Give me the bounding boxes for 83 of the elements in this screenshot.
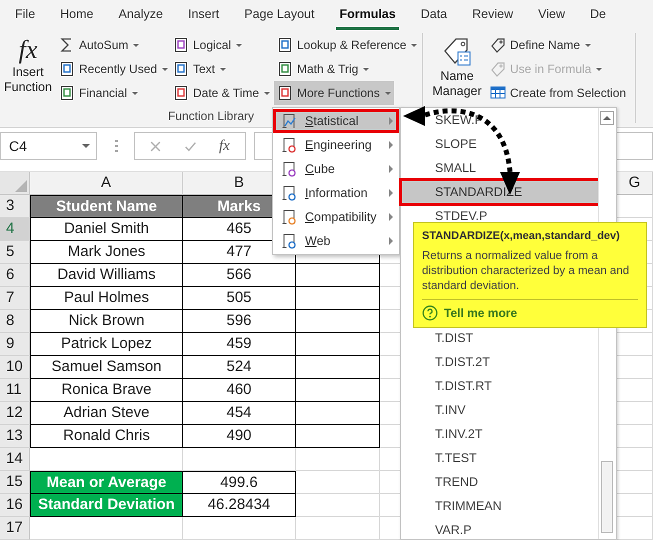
ribbon-button[interactable]: Recently Used: [56, 57, 172, 81]
table-cell: 490: [183, 425, 296, 448]
function-item[interactable]: TRIMMEAN: [401, 494, 600, 518]
row-header[interactable]: 10: [0, 356, 30, 379]
tooltip-title: STANDARDIZE(x,mean,standard_dev): [422, 230, 621, 242]
row-header[interactable]: 5: [0, 241, 30, 264]
tell-me-more-link[interactable]: Tell me more: [444, 306, 518, 320]
ribbon-button[interactable]: Math & Trig: [274, 57, 372, 81]
table-cell: Patrick Lopez: [30, 333, 183, 356]
table-cell: 459: [183, 333, 296, 356]
ribbon-tab[interactable]: Insert: [184, 0, 222, 30]
table-cell: 454: [183, 402, 296, 425]
name-manager-button[interactable]: Name Manager: [427, 33, 487, 107]
insert-function-button[interactable]: fx: [219, 138, 230, 154]
ribbon-tab[interactable]: De: [587, 0, 609, 30]
function-item[interactable]: T.DIST.2T: [401, 350, 600, 374]
function-item[interactable]: T.TEST: [401, 446, 600, 470]
table-cell: Ronica Brave: [30, 379, 183, 402]
table-cell: 46.28434: [183, 494, 296, 517]
ribbon-button[interactable]: Create from Selection: [487, 81, 630, 105]
table-cell: Paul Holmes: [30, 287, 183, 310]
ribbon-button[interactable]: Date & Time: [170, 81, 274, 105]
function-item[interactable]: TREND: [401, 470, 600, 494]
table-cell: Adrian Steve: [30, 402, 183, 425]
function-item[interactable]: STANDARDIZE: [401, 180, 600, 204]
table-cell: Nick Brown: [30, 310, 183, 333]
row-header[interactable]: 17: [0, 517, 30, 540]
row-header[interactable]: 3: [0, 195, 30, 218]
ribbon-tab[interactable]: Data: [418, 0, 450, 30]
ribbon-tab[interactable]: File: [12, 0, 38, 30]
ribbon-tab[interactable]: Home: [57, 0, 96, 30]
function-item[interactable]: T.DIST: [401, 326, 600, 350]
ribbon-tab[interactable]: Analyze: [116, 0, 166, 30]
function-item[interactable]: STDEV.P: [401, 204, 600, 228]
menu-item[interactable]: Statistical: [273, 109, 399, 133]
table-cell: Student Name: [30, 195, 183, 218]
table-cell: 566: [183, 264, 296, 287]
function-item[interactable]: SMALL: [401, 156, 600, 180]
ribbon-button[interactable]: Text: [170, 57, 230, 81]
table-cell: Mark Jones: [30, 241, 183, 264]
group-label: Function Library: [168, 109, 254, 123]
row-header[interactable]: 4: [0, 218, 30, 241]
function-item[interactable]: SLOPE: [401, 132, 600, 156]
ribbon-tab[interactable]: View: [535, 0, 568, 30]
tooltip-description: Returns a normalized value from a distribution characterized by a mean and standard deviation.: [422, 249, 638, 300]
function-item[interactable]: VAR.P: [401, 518, 600, 540]
row-header[interactable]: 6: [0, 264, 30, 287]
table-cell: Standard Deviation: [30, 494, 183, 517]
menu-item[interactable]: Engineering: [273, 133, 399, 157]
row-header[interactable]: 11: [0, 379, 30, 402]
function-item[interactable]: T.INV.2T: [401, 422, 600, 446]
table-cell: 524: [183, 356, 296, 379]
table-cell: 596: [183, 310, 296, 333]
row-header[interactable]: 15: [0, 471, 30, 494]
ribbon-button[interactable]: More Functions: [274, 81, 394, 105]
table-cell: Daniel Smith: [30, 218, 183, 241]
table-cell: 505: [183, 287, 296, 310]
table-cell: Ronald Chris: [30, 425, 183, 448]
table-cell: David Williams: [30, 264, 183, 287]
row-header[interactable]: 16: [0, 494, 30, 517]
table-cell: Samuel Samson: [30, 356, 183, 379]
table-cell: 460: [183, 379, 296, 402]
insert-function-button[interactable]: fx Insert Function: [0, 33, 56, 105]
row-header[interactable]: 14: [0, 448, 30, 471]
column-header[interactable]: A: [30, 172, 183, 195]
function-item[interactable]: T.INV: [401, 398, 600, 422]
row-header[interactable]: 13: [0, 425, 30, 448]
ribbon-tab[interactable]: Page Layout: [241, 0, 318, 30]
name-box[interactable]: C4: [0, 132, 97, 160]
ribbon-button[interactable]: Lookup & Reference: [274, 33, 420, 57]
table-cell: Mean or Average: [30, 471, 183, 494]
ribbon-button[interactable]: Financial: [56, 81, 142, 105]
ribbon-button[interactable]: Define Name: [487, 33, 594, 57]
row-header[interactable]: 8: [0, 310, 30, 333]
ribbon-button[interactable]: AutoSum: [56, 33, 142, 57]
ribbon-tab[interactable]: Review: [469, 0, 516, 30]
row-header[interactable]: 7: [0, 287, 30, 310]
function-item[interactable]: T.DIST.RT: [401, 374, 600, 398]
column-header[interactable]: G: [617, 172, 653, 195]
row-header[interactable]: 12: [0, 402, 30, 425]
table-cell: 499.6: [183, 471, 296, 494]
ribbon-button[interactable]: Logical: [170, 33, 246, 57]
row-header[interactable]: 9: [0, 333, 30, 356]
